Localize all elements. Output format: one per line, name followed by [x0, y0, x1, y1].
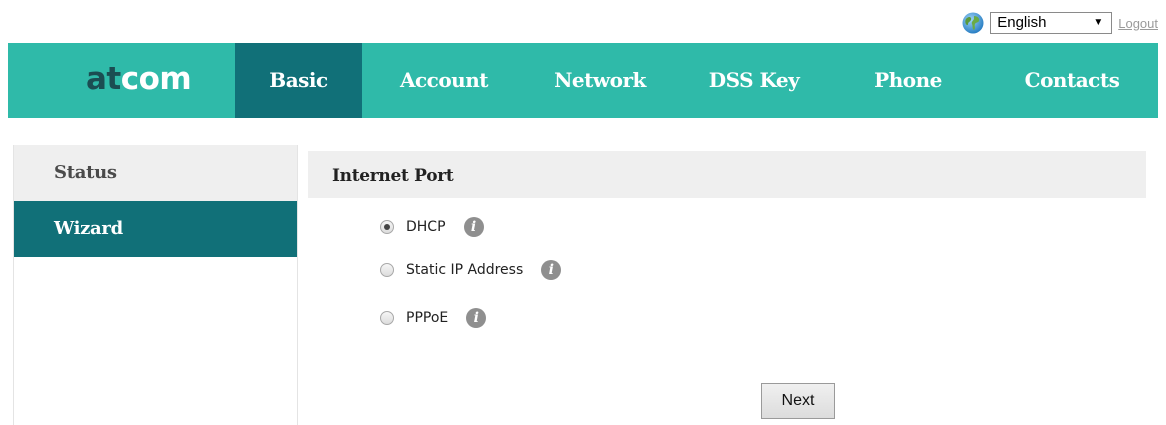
tab-basic[interactable]: Basic	[235, 43, 362, 118]
info-icon[interactable]: i	[541, 260, 562, 280]
top-utility-bar: English ▼ Logout	[962, 12, 1158, 34]
info-icon[interactable]: i	[466, 308, 487, 328]
sidebar-item-status[interactable]: Status	[14, 145, 297, 201]
logout-link[interactable]: Logout	[1118, 16, 1158, 31]
option-static-ip[interactable]: Static IP Address i	[380, 258, 562, 282]
chevron-down-icon: ▼	[1093, 17, 1104, 28]
wizard-content: Internet Port DHCP i Static IP Address i…	[297, 145, 1158, 425]
static-ip-radio[interactable]	[380, 263, 394, 277]
tab-dss-key[interactable]: DSS Key	[682, 43, 826, 118]
tab-contacts[interactable]: Contacts	[990, 43, 1154, 118]
option-pppoe[interactable]: PPPoE i	[380, 306, 487, 330]
globe-icon	[962, 12, 984, 34]
section-title: Internet Port	[332, 166, 454, 186]
main-nav: atcom Basic Account Network DSS Key Phon…	[8, 43, 1158, 118]
language-select-value: English	[997, 14, 1047, 31]
static-ip-label: Static IP Address	[406, 262, 524, 278]
info-icon[interactable]: i	[463, 217, 484, 237]
sidebar-item-wizard[interactable]: Wizard	[14, 201, 297, 257]
logo-part-at: at	[86, 61, 121, 97]
tab-phone[interactable]: Phone	[836, 43, 980, 118]
dhcp-radio[interactable]	[380, 220, 394, 234]
language-select[interactable]: English ▼	[990, 12, 1113, 34]
pppoe-radio[interactable]	[380, 311, 394, 325]
tab-network[interactable]: Network	[528, 43, 672, 118]
tab-account[interactable]: Account	[372, 43, 516, 118]
logo-part-com: com	[120, 61, 192, 97]
dhcp-label: DHCP	[406, 219, 446, 235]
pppoe-label: PPPoE	[406, 310, 449, 326]
section-header: Internet Port	[308, 151, 1146, 198]
next-button[interactable]: Next	[761, 383, 835, 419]
logo: atcom	[86, 61, 192, 97]
option-dhcp[interactable]: DHCP i	[380, 215, 484, 239]
sidebar: Status Wizard	[13, 145, 297, 425]
